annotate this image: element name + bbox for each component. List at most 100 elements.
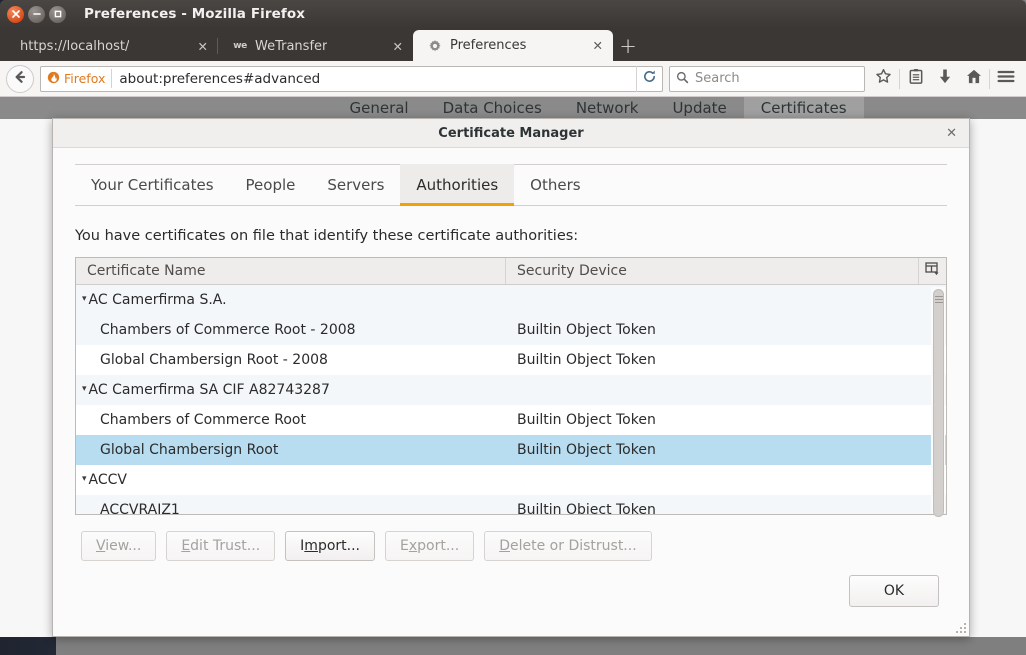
new-tab-button[interactable]: + xyxy=(613,31,643,61)
row-name-cell: ▾ AC Camerfirma S.A. xyxy=(76,292,506,308)
tree-header: Certificate Name Security Device xyxy=(76,258,946,285)
table-row[interactable]: Chambers of Commerce Root - 2008 Builtin… xyxy=(76,314,946,345)
mnemonic: E xyxy=(181,538,191,554)
dialog-title: Certificate Manager xyxy=(438,125,584,141)
identity-box[interactable]: Firefox xyxy=(47,69,113,88)
row-name-cell: ▾ ACCV xyxy=(76,472,506,488)
tab-preferences[interactable]: Preferences ✕ xyxy=(413,30,613,61)
certificate-action-buttons: View... Edit Trust... Import... Export..… xyxy=(75,515,947,561)
we-icon: we xyxy=(233,41,247,51)
toolbar-separator xyxy=(989,68,990,89)
import-button[interactable]: Import... xyxy=(285,531,375,561)
resize-grip-icon[interactable] xyxy=(956,623,966,633)
view-button[interactable]: View... xyxy=(81,531,157,561)
chevron-down-icon[interactable]: ▾ xyxy=(82,295,87,304)
screen: Preferences - Mozilla Firefox https://lo… xyxy=(0,0,1026,655)
bookmark-star-icon xyxy=(875,68,892,89)
tab-wetransfer[interactable]: we WeTransfer ✕ xyxy=(218,31,413,61)
back-button[interactable] xyxy=(6,64,34,93)
tab-close-icon[interactable]: ✕ xyxy=(375,39,403,54)
url-bar[interactable]: Firefox about:preferences#advanced xyxy=(40,65,663,92)
tab-close-icon[interactable]: ✕ xyxy=(180,39,208,54)
library-icon xyxy=(908,68,924,89)
scrollbar-grip-icon xyxy=(934,296,943,305)
table-row-selected[interactable]: Global Chambersign Root Builtin Object T… xyxy=(76,434,946,465)
table-row[interactable]: ACCVRAIZ1 Builtin Object Token xyxy=(76,494,946,514)
row-name-label: Global Chambersign Root xyxy=(100,441,279,458)
scrollbar-thumb[interactable] xyxy=(933,289,944,517)
column-picker-icon xyxy=(925,262,940,280)
library-button[interactable] xyxy=(901,64,930,94)
downloads-button[interactable] xyxy=(930,64,959,94)
window-titlebar: Preferences - Mozilla Firefox xyxy=(0,0,1026,28)
firefox-icon xyxy=(47,69,60,88)
certificate-tree[interactable]: Certificate Name Security Device ▾ AC Ca… xyxy=(75,257,947,517)
column-header-certificate-name[interactable]: Certificate Name xyxy=(76,258,506,284)
row-name-cell: Chambers of Commerce Root xyxy=(76,412,506,428)
window-maximize-button[interactable] xyxy=(49,5,66,23)
row-name-cell: Global Chambersign Root - 2008 xyxy=(76,352,506,368)
tab-people[interactable]: People xyxy=(230,164,312,205)
mnemonic: m xyxy=(304,538,318,554)
tab-authorities[interactable]: Authorities xyxy=(400,164,515,206)
row-name-label: AC Camerfirma S.A. xyxy=(88,291,227,308)
chevron-down-icon[interactable]: ▾ xyxy=(82,385,87,394)
tab-your-certificates[interactable]: Your Certificates xyxy=(75,164,230,205)
row-name-label: Global Chambersign Root - 2008 xyxy=(100,351,328,368)
table-row[interactable]: Chambers of Commerce Root Builtin Object… xyxy=(76,404,946,435)
tab-others[interactable]: Others xyxy=(514,164,596,205)
table-row[interactable]: ▾ AC Camerfirma S.A. xyxy=(76,284,946,315)
row-name-label: Chambers of Commerce Root xyxy=(100,411,306,428)
export-button[interactable]: Export... xyxy=(385,531,475,561)
window-close-button[interactable] xyxy=(7,5,24,23)
table-row[interactable]: Global Chambersign Root - 2008 Builtin O… xyxy=(76,344,946,375)
ok-button[interactable]: OK xyxy=(849,575,939,607)
certificate-manager-dialog: Certificate Manager ✕ Your Certificates … xyxy=(52,118,970,637)
home-icon xyxy=(965,68,983,89)
tab-localhost[interactable]: https://localhost/ ✕ xyxy=(6,31,218,61)
row-name-label: ACCVRAIZ1 xyxy=(100,501,180,514)
tab-label: https://localhost/ xyxy=(20,38,130,54)
home-button[interactable] xyxy=(959,64,988,94)
tab-servers[interactable]: Servers xyxy=(311,164,400,205)
chevron-down-icon[interactable]: ▾ xyxy=(82,475,87,484)
button-label-pre: E xyxy=(400,538,409,554)
delete-or-distrust-button[interactable]: Delete or Distrust... xyxy=(484,531,652,561)
toolbar-icons xyxy=(869,64,1020,94)
row-name-cell: Global Chambersign Root xyxy=(76,442,506,458)
menu-icon xyxy=(997,69,1015,88)
mnemonic: x xyxy=(408,538,418,554)
row-name-label: Chambers of Commerce Root - 2008 xyxy=(100,321,356,338)
reload-icon xyxy=(642,69,657,88)
row-name-cell: ▾ AC Camerfirma SA CIF A82743287 xyxy=(76,382,506,398)
reload-button[interactable] xyxy=(636,65,662,92)
button-label-rest: iew... xyxy=(105,538,142,554)
column-header-security-device[interactable]: Security Device xyxy=(506,258,918,284)
search-bar[interactable]: Search xyxy=(669,65,865,92)
gear-icon xyxy=(427,38,443,54)
row-name-label: ACCV xyxy=(88,471,127,488)
column-picker-button[interactable] xyxy=(918,258,946,284)
row-name-label: AC Camerfirma SA CIF A82743287 xyxy=(88,381,330,398)
bookmark-star-button[interactable] xyxy=(869,64,898,94)
desktop-bottom-strip xyxy=(0,637,1026,655)
button-label-rest: port... xyxy=(417,538,460,554)
menu-button[interactable] xyxy=(991,64,1020,94)
intro-text: You have certificates on file that ident… xyxy=(75,228,579,244)
url-text[interactable]: about:preferences#advanced xyxy=(119,71,636,87)
row-device-cell: Builtin Object Token xyxy=(517,351,656,368)
row-device-cell: Builtin Object Token xyxy=(517,441,656,458)
certificate-tabs: Your Certificates People Servers Authori… xyxy=(75,164,947,206)
edit-trust-button[interactable]: Edit Trust... xyxy=(166,531,276,561)
row-device-cell: Builtin Object Token xyxy=(517,411,656,428)
navigation-toolbar: Firefox about:preferences#advanced Searc… xyxy=(0,61,1026,97)
tree-vertical-scrollbar[interactable] xyxy=(931,287,945,517)
table-row[interactable]: ▾ AC Camerfirma SA CIF A82743287 xyxy=(76,374,946,405)
window-minimize-button[interactable] xyxy=(28,5,45,23)
tab-label: Preferences xyxy=(450,38,527,53)
button-label-rest: dit Trust... xyxy=(190,538,261,554)
window-title: Preferences - Mozilla Firefox xyxy=(84,6,306,22)
table-row[interactable]: ▾ ACCV xyxy=(76,464,946,495)
tab-close-icon[interactable]: ✕ xyxy=(575,38,603,53)
dialog-close-button[interactable]: ✕ xyxy=(942,119,961,147)
